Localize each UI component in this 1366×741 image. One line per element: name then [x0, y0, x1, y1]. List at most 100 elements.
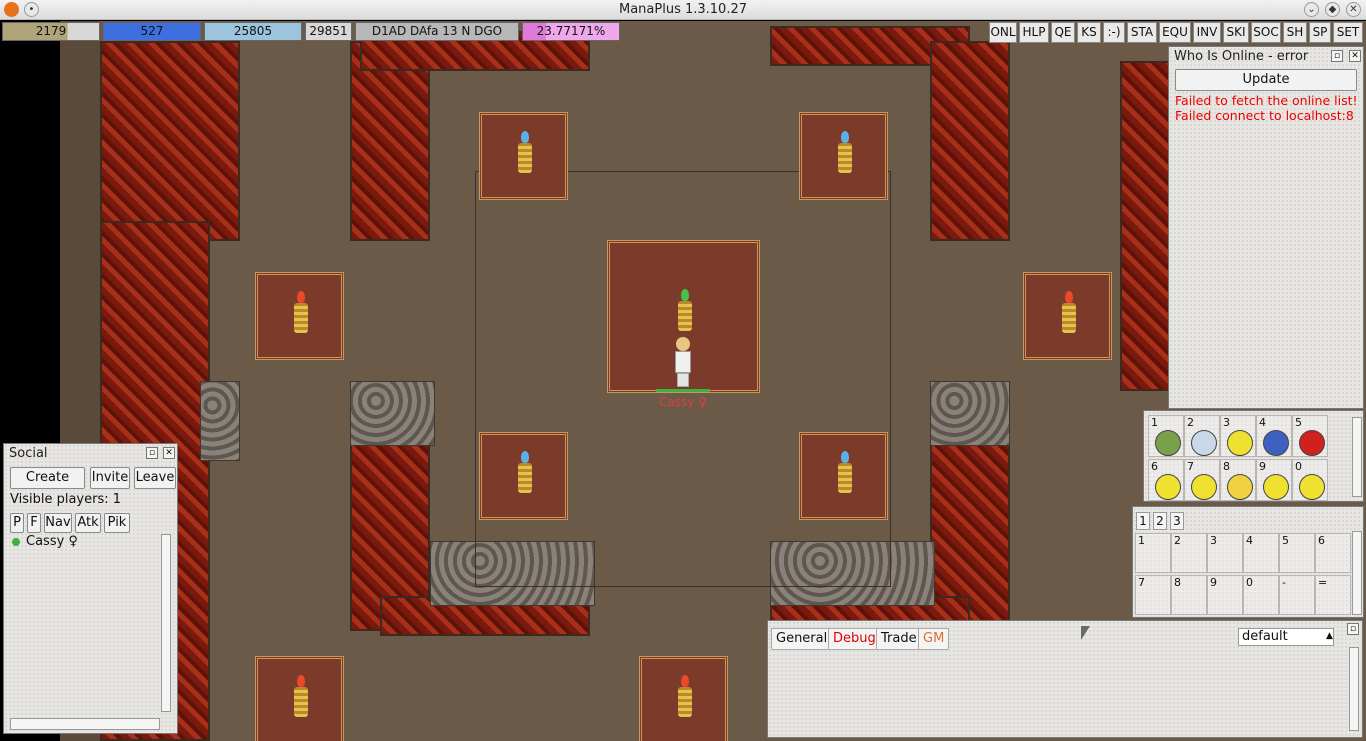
create-button[interactable]: Create	[10, 467, 85, 489]
topbar-button-5[interactable]: STA	[1127, 22, 1157, 43]
social-title: Social	[9, 446, 48, 461]
item-shortcut-slot[interactable]: 4	[1243, 533, 1279, 573]
sick-face-icon	[1155, 430, 1181, 456]
xp-bar: 25805	[204, 22, 302, 41]
chat-tab-debug[interactable]: Debug	[828, 628, 881, 650]
leave-button[interactable]: Leave	[134, 467, 176, 489]
chat-scrollbar[interactable]	[1349, 647, 1359, 731]
invite-button[interactable]: Invite	[90, 467, 130, 489]
money-bar: 29851	[305, 22, 352, 41]
topbar-button-7[interactable]: INV	[1193, 22, 1221, 43]
topbar-button-6[interactable]: EQU	[1159, 22, 1191, 43]
social-tab-atk[interactable]: Atk	[75, 513, 101, 533]
topbar-button-1[interactable]: HLP	[1019, 22, 1049, 43]
chat-tab-general[interactable]: General	[771, 628, 833, 650]
item-shortcut-slot[interactable]: 8	[1171, 575, 1207, 615]
player-character[interactable]	[670, 337, 696, 389]
topbar-button-8[interactable]: SKI	[1223, 22, 1249, 43]
topbar-button-11[interactable]: SP	[1309, 22, 1331, 43]
topbar-button-3[interactable]: KS	[1077, 22, 1101, 43]
sticky-button[interactable]: ▫	[1331, 50, 1343, 62]
item-shortcut-slot[interactable]: 6	[1315, 533, 1351, 573]
close-icon[interactable]: ✕	[1349, 50, 1361, 62]
emote-slot[interactable]: 9	[1256, 459, 1292, 501]
emote-scrollbar[interactable]	[1352, 417, 1362, 497]
social-vertical-scrollbar[interactable]	[161, 534, 171, 712]
emote-slot-number: 2	[1187, 416, 1194, 429]
item-shortcut-slot[interactable]: -	[1279, 575, 1315, 615]
topbar-button-9[interactable]: SOC	[1251, 22, 1281, 43]
emote-slot[interactable]: 5	[1292, 415, 1328, 457]
social-window[interactable]: Social ▫ ✕ Create Invite Leave Visible p…	[3, 443, 178, 734]
update-button[interactable]: Update	[1175, 69, 1357, 91]
shortcut-tab-3[interactable]: 3	[1170, 512, 1184, 530]
shortcut-key-label: 6	[1318, 534, 1325, 547]
emote-slot[interactable]: 4	[1256, 415, 1292, 457]
mode-indicator: D1AD DAfa 13 N DGO	[355, 22, 519, 41]
hp-bar: 2179	[2, 22, 100, 41]
red-flame-icon	[297, 291, 305, 303]
shortcut-key-label: 4	[1246, 534, 1253, 547]
topbar-button-4[interactable]: :-)	[1103, 22, 1125, 43]
shortcut-key-label: 3	[1210, 534, 1217, 547]
shortcut-key-label: 0	[1246, 576, 1253, 589]
item-shortcut-slot[interactable]: 0	[1243, 575, 1279, 615]
item-shortcut-slot[interactable]: 9	[1207, 575, 1243, 615]
close-window-button[interactable]: ✕	[1346, 2, 1361, 17]
item-shortcut-slot[interactable]: 3	[1207, 533, 1243, 573]
who-is-online-title: Who Is Online - error	[1174, 49, 1309, 64]
item-shortcut-slot[interactable]: 2	[1171, 533, 1207, 573]
emote-slot[interactable]: 8	[1220, 459, 1256, 501]
rock-wall	[930, 381, 1010, 446]
item-shortcut-slot[interactable]: =	[1315, 575, 1351, 615]
ghost-face-icon	[1191, 430, 1217, 456]
sticky-button[interactable]: ▫	[146, 447, 158, 459]
red-flame-icon	[681, 675, 689, 687]
tongue-face-icon	[1263, 474, 1289, 500]
minimize-button[interactable]: ⌄	[1304, 2, 1319, 17]
emote-slot[interactable]: 1	[1148, 415, 1184, 457]
social-tab-nav[interactable]: Nav	[44, 513, 72, 533]
social-tab-p[interactable]: P	[10, 513, 24, 533]
emote-slot[interactable]: 7	[1184, 459, 1220, 501]
shortcut-scrollbar[interactable]	[1352, 531, 1362, 615]
shortcut-key-label: 9	[1210, 576, 1217, 589]
emote-slot[interactable]: 3	[1220, 415, 1256, 457]
topbar-button-10[interactable]: SH	[1283, 22, 1307, 43]
lava-field	[100, 41, 240, 241]
chat-tab-gm[interactable]: GM	[918, 628, 950, 650]
maximize-button[interactable]: ◆	[1325, 2, 1340, 17]
item-shortcut-slot[interactable]: 5	[1279, 533, 1315, 573]
shortcut-key-label: =	[1318, 576, 1328, 589]
topbar-button-12[interactable]: SET	[1333, 22, 1363, 43]
emote-slot[interactable]: 6	[1148, 459, 1184, 501]
player-name-label: Cassy ♀	[659, 395, 707, 409]
shortcut-tab-2[interactable]: 2	[1153, 512, 1167, 530]
emote-shortcut-window[interactable]: 1 2 3 4 5 6 7 8 9 0	[1143, 410, 1364, 502]
chevron-up-icon[interactable]: ▲	[1326, 631, 1333, 641]
social-tab-pik[interactable]: Pik	[104, 513, 130, 533]
sticky-button[interactable]: ▫	[1347, 623, 1359, 635]
chat-tab-trade[interactable]: Trade	[876, 628, 922, 650]
emote-slot[interactable]: 2	[1184, 415, 1220, 457]
online-status-icon	[12, 538, 20, 546]
close-icon[interactable]: ✕	[163, 447, 175, 459]
rock-wall	[350, 381, 435, 446]
item-shortcut-window[interactable]: 123 1 2 3 4 5 6 7 8 9 0- =	[1132, 506, 1364, 618]
player-list-item[interactable]: Cassy ♀	[26, 534, 78, 549]
sleepy-face-icon	[1155, 474, 1181, 500]
social-horizontal-scrollbar[interactable]	[10, 718, 160, 730]
who-is-online-window[interactable]: Who Is Online - error ▫ ✕ Update Failed …	[1168, 46, 1364, 409]
item-shortcut-slot[interactable]: 1	[1135, 533, 1171, 573]
shortcut-tab-1[interactable]: 1	[1136, 512, 1150, 530]
torch-icon	[678, 301, 692, 331]
emote-slot-number: 9	[1259, 460, 1266, 473]
emote-slot[interactable]: 0	[1292, 459, 1328, 501]
item-shortcut-slot[interactable]: 7	[1135, 575, 1171, 615]
topbar-button-2[interactable]: QE	[1051, 22, 1075, 43]
social-tab-f[interactable]: F	[27, 513, 41, 533]
topbar-button-0[interactable]: ONL	[989, 22, 1017, 43]
carpet	[479, 112, 568, 200]
channel-select[interactable]: default	[1238, 628, 1334, 646]
emote-slot-number: 5	[1295, 416, 1302, 429]
